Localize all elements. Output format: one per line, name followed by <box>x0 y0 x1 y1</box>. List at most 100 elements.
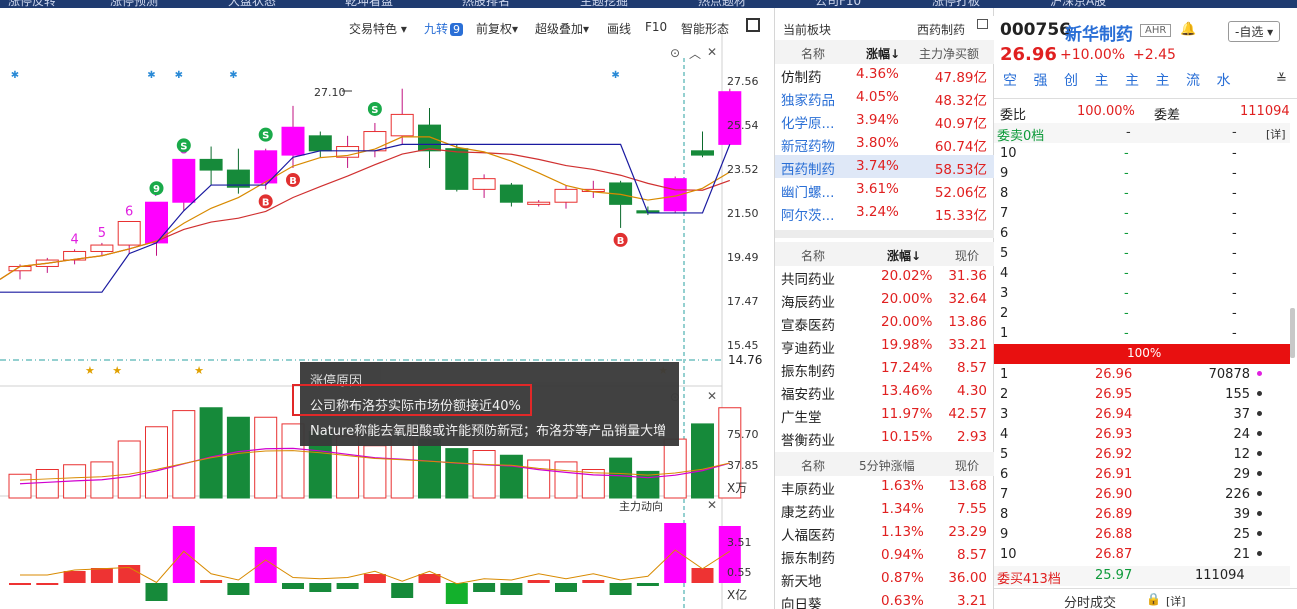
buy-level-row[interactable]: 5 26.92 12 <box>994 445 1290 465</box>
table-row[interactable]: 共同药业 20.02% 31.36 <box>775 265 995 288</box>
level-index: 7 <box>1000 487 1009 502</box>
sell-level-row[interactable]: 7 - - <box>994 204 1290 224</box>
table-row[interactable]: 向日葵 0.63% 3.21 <box>775 590 995 609</box>
stock-tag[interactable]: 流 <box>1183 71 1203 91</box>
buy-level-row[interactable]: 7 26.90 226 <box>994 485 1290 505</box>
sell-level-row[interactable]: 9 - - <box>994 164 1290 184</box>
maximize-icon[interactable] <box>977 19 988 29</box>
stock-tag[interactable]: 创 <box>1061 71 1081 91</box>
table-row[interactable]: 宣泰医药 20.00% 13.86 <box>775 311 995 334</box>
sell-level-row[interactable]: 2 - - <box>994 304 1290 324</box>
buy-level-row[interactable]: 3 26.94 37 <box>994 405 1290 425</box>
table-row[interactable]: 誉衡药业 10.15% 2.93 <box>775 426 995 449</box>
table-row[interactable]: 振东制药 17.24% 8.57 <box>775 357 995 380</box>
table-row[interactable]: 康芝药业 1.34% 7.55 <box>775 498 995 521</box>
buy-level-row[interactable]: 10 26.87 21 <box>994 545 1290 565</box>
trade-feature-dropdown[interactable]: 交易特色 ▾ <box>349 20 407 37</box>
col-pct[interactable]: 涨幅↓ <box>866 45 900 62</box>
f10-button[interactable]: F10 <box>645 20 667 34</box>
stock-tag[interactable]: 水 <box>1214 71 1234 91</box>
top-nav-item[interactable]: 热股排名 <box>462 0 510 8</box>
top-nav-item[interactable]: 公司F10 <box>815 0 861 8</box>
table-row[interactable]: 独家药品 4.05% 48.32亿 <box>775 86 995 109</box>
close-icon[interactable]: ✕ <box>707 45 717 59</box>
buy-level-row[interactable]: 1 26.96 70878 <box>994 365 1290 385</box>
smart-pattern-button[interactable]: 智能形态 <box>681 20 729 37</box>
stock-tag[interactable]: 主 <box>1122 71 1142 91</box>
top-nav-item[interactable]: 涨停反转 <box>8 0 56 8</box>
fuquan-dropdown[interactable]: 前复权▾ <box>476 20 518 37</box>
col-name[interactable]: 名称 <box>801 247 825 264</box>
sell-level-row[interactable]: 1 - - <box>994 324 1290 344</box>
col-price[interactable]: 现价 <box>955 457 979 474</box>
col-name[interactable]: 名称 <box>801 457 825 474</box>
table-row[interactable]: 人福医药 1.13% 23.29 <box>775 521 995 544</box>
layout-toggle-icon[interactable] <box>746 18 760 32</box>
sell-level-row[interactable]: 10 - - <box>994 144 1290 164</box>
table-row[interactable]: 丰原药业 1.63% 13.68 <box>775 475 995 498</box>
table-row[interactable]: 新天地 0.87% 36.00 <box>775 567 995 590</box>
table-row[interactable]: 福安药业 13.46% 4.30 <box>775 380 995 403</box>
top-nav-item[interactable]: 主题挖掘 <box>580 0 628 8</box>
settings-icon[interactable]: ⊙ <box>670 46 680 60</box>
lock-icon[interactable]: 🔒 <box>1146 592 1161 606</box>
top-nav-item[interactable]: 沪深京A股 <box>1050 0 1106 8</box>
watchlist-button[interactable]: -自选 ▾ <box>1228 21 1281 42</box>
table-row[interactable]: 化学原... 3.94% 40.97亿 <box>775 109 995 132</box>
flow-close-icon[interactable]: ✕ <box>707 498 717 512</box>
top-nav-item[interactable]: 大盘状态 <box>228 0 276 8</box>
kline-chart-pane[interactable]: 456789SBSBSB★★★★✱✱✱✱✱ 交易特色 ▾ 九转9 前复权▾ 超级… <box>0 8 774 609</box>
kline-chart-canvas[interactable]: 456789SBSBSB★★★★✱✱✱✱✱ <box>0 8 774 609</box>
limit-up-bar-label: 100% <box>1127 346 1162 360</box>
col-5min-pct[interactable]: 5分钟涨幅 <box>859 457 915 474</box>
jiuzhuan-button[interactable]: 九转 9 <box>424 20 464 37</box>
sell-detail-button[interactable]: [详] <box>1266 126 1286 142</box>
table-row[interactable]: 海辰药业 20.00% 32.64 <box>775 288 995 311</box>
buy-level-row[interactable]: 6 26.91 29 <box>994 465 1290 485</box>
table-row[interactable]: 亨迪药业 19.98% 33.21 <box>775 334 995 357</box>
scrollbar-thumb[interactable] <box>1290 308 1295 358</box>
volume-close-icon[interactable]: ✕ <box>707 389 717 403</box>
buy-level-row[interactable]: 2 26.95 155 <box>994 385 1290 405</box>
chevron-up-icon[interactable]: ︿ <box>689 45 701 62</box>
expand-chevron-icon[interactable]: ≚ <box>1276 72 1287 87</box>
time-trades-tab[interactable]: 分时成交 <box>1064 592 1116 609</box>
buy-level-row[interactable]: 8 26.89 39 <box>994 505 1290 525</box>
candle-body <box>554 188 578 203</box>
ahr-badge[interactable]: AHR <box>1140 24 1172 37</box>
footer-detail-button[interactable]: [详] <box>1166 593 1186 609</box>
col-pct[interactable]: 涨幅↓ <box>887 247 921 264</box>
current-sector-value[interactable]: 西药制药 <box>917 21 965 38</box>
bell-icon[interactable]: 🔔 <box>1180 22 1196 37</box>
stock-tag[interactable]: 空 <box>1000 71 1020 91</box>
top-nav-item[interactable]: 乾坤看盘 <box>345 0 393 8</box>
chart-toolbar: 交易特色 ▾ 九转 9 前复权▾ 超级叠加▾ 画线 F10 智能形态 <box>0 18 774 40</box>
sell-level-row[interactable]: 3 - - <box>994 284 1290 304</box>
stock-tag[interactable]: 主 <box>1092 71 1112 91</box>
row-pct: 3.74% <box>856 158 899 174</box>
col-net-buy[interactable]: 主力净买额 <box>919 45 979 62</box>
draw-line-button[interactable]: 画线 <box>607 20 631 37</box>
table-row[interactable]: 广生堂 11.97% 42.57 <box>775 403 995 426</box>
top-nav-item[interactable]: 热点题材 <box>698 0 746 8</box>
table-row[interactable]: 幽门螺... 3.61% 52.06亿 <box>775 178 995 201</box>
col-price[interactable]: 现价 <box>955 247 979 264</box>
table-row[interactable]: 西药制药 3.74% 58.53亿 <box>775 155 995 178</box>
super-overlay-dropdown[interactable]: 超级叠加▾ <box>535 20 589 37</box>
buy-level-row[interactable]: 9 26.88 25 <box>994 525 1290 545</box>
top-nav-item[interactable]: 涨停打板 <box>932 0 980 8</box>
sell-level-row[interactable]: 6 - - <box>994 224 1290 244</box>
table-row[interactable]: 振东制药 0.94% 8.57 <box>775 544 995 567</box>
stock-tag[interactable]: 强 <box>1031 71 1051 91</box>
stock-tag[interactable]: 主 <box>1153 71 1173 91</box>
candle-body <box>472 178 496 190</box>
table-row[interactable]: 阿尔茨... 3.24% 15.33亿 <box>775 201 995 224</box>
sell-level-row[interactable]: 5 - - <box>994 244 1290 264</box>
top-nav-item[interactable]: 涨停预测 <box>110 0 158 8</box>
sell-level-row[interactable]: 8 - - <box>994 184 1290 204</box>
sell-level-row[interactable]: 4 - - <box>994 264 1290 284</box>
buy-level-row[interactable]: 4 26.93 24 <box>994 425 1290 445</box>
table-row[interactable]: 新冠药物 3.80% 60.74亿 <box>775 132 995 155</box>
table-row[interactable]: 仿制药 4.36% 47.89亿 <box>775 63 995 86</box>
col-name[interactable]: 名称 <box>801 45 825 62</box>
